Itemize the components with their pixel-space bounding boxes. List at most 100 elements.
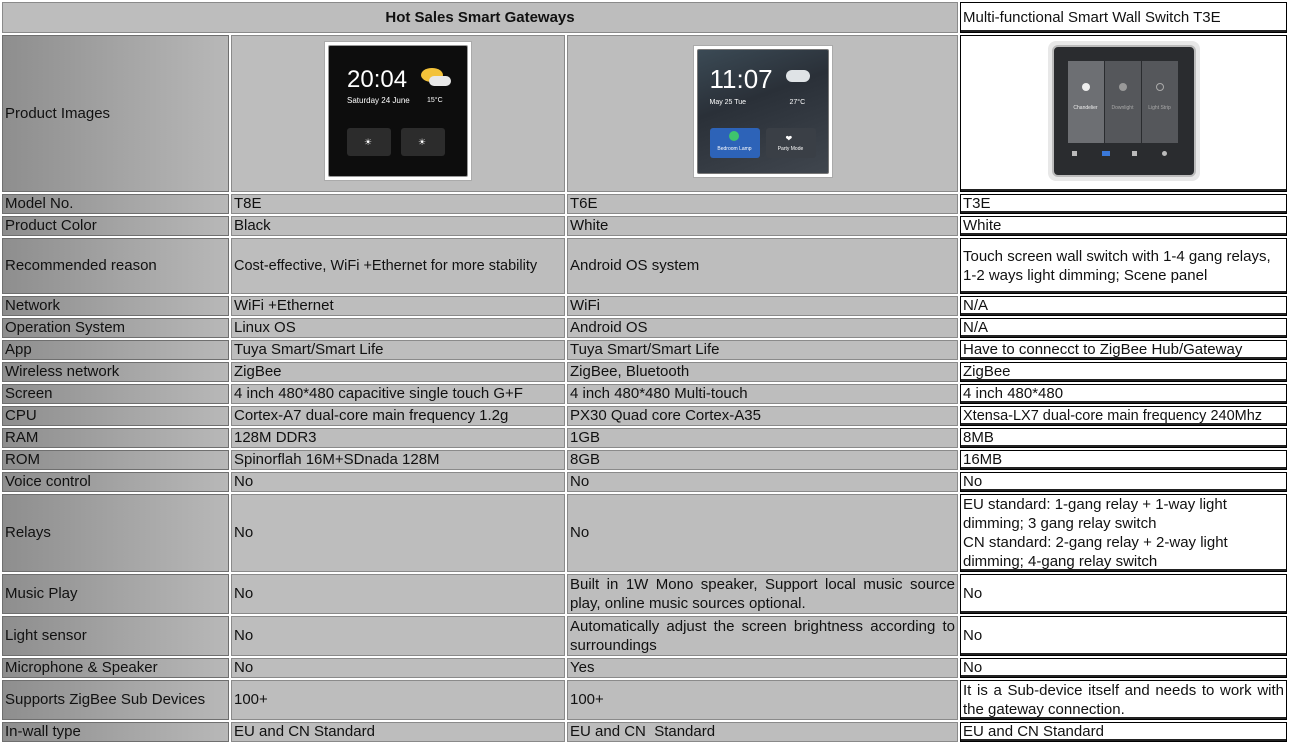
t8e-product-image: 20:04 Saturday 24 June 15°C ☀ ☀	[324, 41, 472, 181]
t6e-cell: Android OS	[567, 318, 958, 338]
t3e-cell: Xtensa-LX7 dual-core main frequency 240M…	[960, 406, 1287, 426]
row-label: Wireless network	[2, 362, 229, 382]
t3e-cell: It is a Sub-device itself and needs to w…	[960, 680, 1287, 720]
row-label: CPU	[2, 406, 229, 426]
cloud-icon	[785, 69, 810, 82]
t8e-cell: Cortex-A7 dual-core main frequency 1.2g	[231, 406, 565, 426]
t6e-cell: Android OS system	[567, 238, 958, 294]
t6e-cell: 1GB	[567, 428, 958, 448]
t3e-image-cell: Chandelier Downlight Light Strip	[960, 35, 1287, 192]
t6e-temp: 27°C	[789, 98, 806, 106]
table-row: ROM Spinorflah 16M+SDnada 128M 8GB 16MB	[2, 450, 1287, 470]
t6e-cell: EU and CN Standard	[567, 722, 958, 742]
table-row: Relays No No EU standard: 1-gang relay +…	[2, 494, 1287, 572]
t8e-cell: T8E	[231, 194, 565, 214]
t8e-clock: 20:04	[347, 66, 408, 93]
t8e-cell: EU and CN Standard	[231, 722, 565, 742]
comparison-table: Hot Sales Smart Gateways Multi-functiona…	[0, 0, 1289, 744]
t6e-cell: Built in 1W Mono speaker, Support local …	[567, 574, 958, 614]
t6e-cell: No	[567, 494, 958, 572]
table-row: App Tuya Smart/Smart Life Tuya Smart/Sma…	[2, 340, 1287, 360]
row-label: In-wall type	[2, 722, 229, 742]
t6e-cell: No	[567, 472, 958, 492]
bulb-icon	[1081, 83, 1090, 91]
row-label: Operation System	[2, 318, 229, 338]
t8e-image-cell: 20:04 Saturday 24 June 15°C ☀ ☀	[231, 35, 565, 192]
t8e-cell: No	[231, 616, 565, 656]
nav-icon	[1131, 151, 1137, 156]
t3e-cell: 4 inch 480*480	[960, 384, 1287, 404]
t8e-cell: 100+	[231, 680, 565, 720]
switch-panel-1: Chandelier	[1067, 61, 1104, 143]
switch-panel-3: Light Strip	[1141, 61, 1178, 143]
relay-cn-text: CN standard: 2-gang relay + 2-way light …	[963, 534, 1228, 570]
table-row: Supports ZigBee Sub Devices 100+ 100+ It…	[2, 680, 1287, 720]
t8e-cell: ZigBee	[231, 362, 565, 382]
t6e-cell: PX30 Quad core Cortex-A35	[567, 406, 958, 426]
t3e-cell: No	[960, 658, 1287, 678]
row-label: Music Play	[2, 574, 229, 614]
t3e-header: Multi-functional Smart Wall Switch T3E	[960, 2, 1287, 33]
table-row: Light sensor No Automatically adjust the…	[2, 616, 1287, 656]
lamp-icon	[728, 130, 739, 141]
row-label: ROM	[2, 450, 229, 470]
t8e-cell: WiFi +Ethernet	[231, 296, 565, 316]
t3e-cell: No	[960, 472, 1287, 492]
switch-label: Downlight	[1111, 105, 1134, 111]
row-label: Microphone & Speaker	[2, 658, 229, 678]
t8e-cell: No	[231, 658, 565, 678]
t6e-product-image: 11:07 May 25 Tue 27°C Bedroom Lamp ❤ Par…	[692, 44, 833, 178]
table-row: RAM 128M DDR3 1GB 8MB	[2, 428, 1287, 448]
t8e-cell: No	[231, 574, 565, 614]
nav-icon	[1101, 151, 1110, 156]
t6e-cell: 8GB	[567, 450, 958, 470]
t8e-cell: Tuya Smart/Smart Life	[231, 340, 565, 360]
t6e-cell: WiFi	[567, 296, 958, 316]
scene-tile-bedroom: Bedroom Lamp	[709, 127, 760, 158]
t3e-cell: White	[960, 216, 1287, 236]
t6e-cell: ZigBee, Bluetooth	[567, 362, 958, 382]
nav-icon	[1161, 151, 1167, 156]
row-label: RAM	[2, 428, 229, 448]
t3e-cell: N/A	[960, 318, 1287, 338]
t8e-cell: Linux OS	[231, 318, 565, 338]
scene-label: Party Mode	[777, 145, 804, 152]
bottom-nav	[1068, 151, 1178, 159]
t3e-cell: No	[960, 616, 1287, 656]
bulb-icon	[1118, 83, 1127, 91]
table-row: Voice control No No No	[2, 472, 1287, 492]
scene-icon: ☀	[418, 137, 427, 147]
t3e-cell: Have to connecct to ZigBee Hub/Gateway	[960, 340, 1287, 360]
t6e-cell: T6E	[567, 194, 958, 214]
scene-tile-2: ☀	[401, 128, 445, 156]
t8e-date: Saturday 24 June	[347, 96, 410, 105]
row-label: Screen	[2, 384, 229, 404]
cloud-icon	[429, 76, 451, 86]
t3e-cell: 8MB	[960, 428, 1287, 448]
table-row: Recommended reason Cost-effective, WiFi …	[2, 238, 1287, 294]
t3e-cell: 16MB	[960, 450, 1287, 470]
t6e-cell: Tuya Smart/Smart Life	[567, 340, 958, 360]
t3e-cell: No	[960, 574, 1287, 614]
t3e-cell: N/A	[960, 296, 1287, 316]
table-row: Network WiFi +Ethernet WiFi N/A	[2, 296, 1287, 316]
row-label: Voice control	[2, 472, 229, 492]
t3e-cell: Touch screen wall switch with 1-4 gang r…	[960, 238, 1287, 294]
table-row: Model No. T8E T6E T3E	[2, 194, 1287, 214]
t6e-cell: 4 inch 480*480 Multi-touch	[567, 384, 958, 404]
table-row: Microphone & Speaker No Yes No	[2, 658, 1287, 678]
table-row: In-wall type EU and CN Standard EU and C…	[2, 722, 1287, 742]
t6e-cell: Automatically adjust the screen brightne…	[567, 616, 958, 656]
t8e-cell: Spinorflah 16M+SDnada 128M	[231, 450, 565, 470]
row-label: Recommended reason	[2, 238, 229, 294]
relay-eu-text: EU standard: 1-gang relay + 1-way light …	[963, 496, 1227, 532]
row-label: Model No.	[2, 194, 229, 214]
t8e-cell: 128M DDR3	[231, 428, 565, 448]
t8e-cell: Black	[231, 216, 565, 236]
scene-label: Bedroom Lamp	[717, 145, 752, 152]
switch-label: Chandelier	[1073, 105, 1098, 111]
scene-tile-1: ☀	[347, 128, 391, 156]
scene-tile-party: ❤ Party Mode	[765, 127, 816, 158]
t3e-cell: T3E	[960, 194, 1287, 214]
table-header-row: Hot Sales Smart Gateways Multi-functiona…	[2, 2, 1287, 33]
